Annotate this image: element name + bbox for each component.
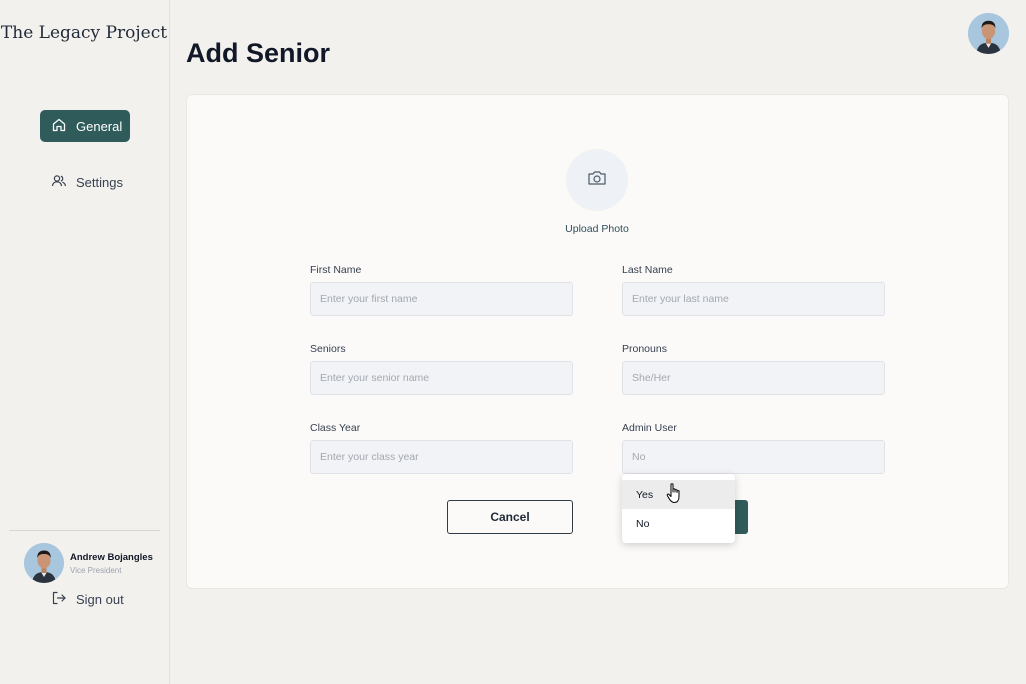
admin-user-label: Admin User xyxy=(622,422,677,434)
pronouns-input[interactable] xyxy=(622,361,885,395)
user-profile[interactable]: Andrew Bojangles Vice President xyxy=(24,543,153,583)
sign-out-icon xyxy=(51,590,67,609)
page-title: Add Senior xyxy=(186,38,331,68)
profile-role: Vice President xyxy=(70,565,122,575)
upload-photo-label[interactable]: Upload Photo xyxy=(537,223,657,235)
pronouns-label: Pronouns xyxy=(622,343,667,355)
sign-out-label: Sign out xyxy=(76,592,124,607)
profile-name: Andrew Bojangles xyxy=(70,551,153,563)
sidebar-item-label: Settings xyxy=(76,174,123,190)
admin-user-select[interactable] xyxy=(622,440,885,474)
brand-logo: The Legacy Project xyxy=(0,23,168,43)
home-icon xyxy=(51,117,67,136)
users-icon xyxy=(51,173,67,192)
header-avatar[interactable] xyxy=(968,13,1009,54)
first-name-label: First Name xyxy=(310,264,362,276)
class-year-input[interactable] xyxy=(310,440,573,474)
dropdown-option-no[interactable]: No xyxy=(622,509,735,538)
sign-out-button[interactable]: Sign out xyxy=(51,590,124,609)
hand-cursor-icon xyxy=(665,482,685,504)
first-name-input[interactable] xyxy=(310,282,573,316)
upload-photo-button[interactable] xyxy=(566,149,628,211)
sidebar-item-general[interactable]: General xyxy=(40,110,130,142)
sidebar: The Legacy Project General Settings Andr… xyxy=(0,0,170,684)
last-name-input[interactable] xyxy=(622,282,885,316)
avatar xyxy=(24,543,64,583)
sidebar-divider xyxy=(9,530,160,531)
seniors-label: Seniors xyxy=(310,343,346,355)
camera-icon xyxy=(587,169,607,192)
class-year-label: Class Year xyxy=(310,422,361,434)
cancel-button[interactable]: Cancel xyxy=(447,500,573,534)
seniors-input[interactable] xyxy=(310,361,573,395)
last-name-label: Last Name xyxy=(622,264,673,276)
sidebar-item-label: General xyxy=(76,118,123,134)
sidebar-item-settings[interactable]: Settings xyxy=(40,166,140,198)
